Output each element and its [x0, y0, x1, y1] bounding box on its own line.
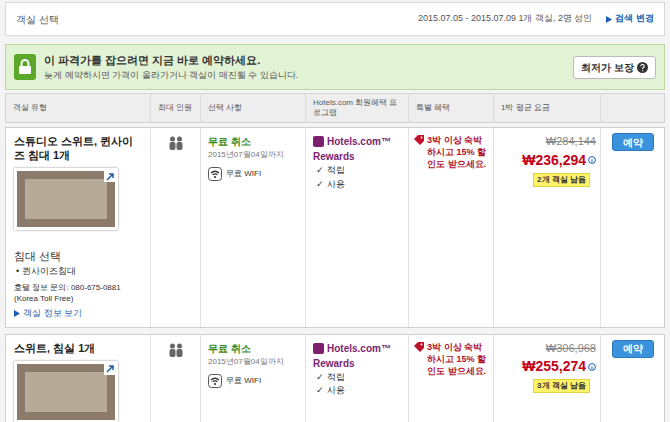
persons-icon: [168, 136, 184, 150]
book-cell: 예약: [601, 128, 664, 327]
max-guests-cell: [151, 335, 201, 422]
page: 객실 선택 2015.07.05 - 2015.07.09 1개 객실, 2명 성…: [0, 0, 670, 422]
price: ₩255,274: [522, 356, 586, 377]
header-title: 객실 선택: [16, 12, 59, 27]
rewards-use: ✓ 사용: [313, 178, 401, 192]
room-type-cell: 스튜디오 스위트, 퀸사이즈 침대 1개침대 선택• 퀸사이즈침대호텔 정보 문…: [6, 128, 151, 327]
options-cell: 무료 취소2015년07월04일까지무료 WIFI: [201, 128, 306, 327]
rewards-earn: ✓ 적립: [313, 164, 401, 178]
rewards-sub: Rewards: [313, 149, 401, 164]
bed-title: 침대 선택: [14, 248, 142, 265]
deal-text: 3박 이상 숙박하시고 15% 할인도 받으세요.: [427, 134, 488, 327]
price-cell: ₩306,968₩255,274 3개 객실 남음: [494, 335, 601, 422]
rewards-brand: Hotels.com™: [327, 341, 391, 356]
cancel-until: 2015년07월04일까지: [208, 149, 298, 161]
room-photo[interactable]: [14, 361, 118, 422]
info-icon[interactable]: [588, 363, 596, 371]
column-header: 특별 혜택: [409, 94, 494, 122]
wifi: 무료 WIFI: [208, 374, 298, 388]
column-header: 1박 평균 요금: [494, 94, 601, 122]
cancel-until: 2015년07월04일까지: [208, 356, 298, 368]
banner-title: 이 파격가를 잡으려면 지금 바로 예약하세요.: [44, 52, 565, 69]
rewards-brand: Hotels.com™: [327, 134, 391, 149]
rewards-logo-icon: [313, 136, 324, 147]
price: ₩236,294: [522, 150, 586, 171]
free-cancel: 무료 취소: [208, 134, 298, 149]
deal-cell: 3박 이상 숙박하시고 15% 할인도 받으세요.: [409, 128, 494, 327]
wifi-icon: [208, 167, 222, 181]
book-button[interactable]: 예약: [612, 340, 654, 358]
max-guests-cell: [151, 128, 201, 327]
column-header: 객실 유형: [6, 94, 151, 122]
rooms-left-badge: 3개 객실 남음: [533, 379, 590, 393]
tag-icon: [414, 135, 424, 145]
info-icon[interactable]: [588, 156, 596, 164]
deal-banner: 이 파격가를 잡으려면 지금 바로 예약하세요.늦게 예약하시면 가격이 올라가…: [5, 44, 665, 90]
arrow-icon: [606, 16, 612, 23]
original-price: ₩284,144: [546, 133, 596, 150]
rewards-use: ✓ 사용: [313, 384, 401, 398]
column-header: 최대 인원: [151, 94, 201, 122]
persons-icon: [168, 343, 184, 357]
hotel-phone: 호텔 정보 문의: 080-675-0881(Korea Toll Free): [14, 282, 142, 304]
original-price: ₩306,968: [546, 340, 596, 357]
rewards-cell: Hotels.com™Rewards✓ 적립✓ 사용: [306, 128, 409, 327]
wifi-icon: [208, 374, 222, 388]
search-dates: 2015.07.05 - 2015.07.09 1개 객실, 2명 성인: [418, 12, 593, 26]
rewards-cell: Hotels.com™Rewards✓ 적립✓ 사용: [306, 335, 409, 422]
bed-option: • 퀸사이즈침대: [14, 265, 142, 279]
book-cell: 예약: [601, 335, 664, 422]
options-cell: 무료 취소2015년07월04일까지무료 WIFI: [201, 335, 306, 422]
deal-cell: 3박 이상 숙박하시고 15% 할인도 받으세요.: [409, 335, 494, 422]
change-search-link[interactable]: 검색 변경: [606, 12, 654, 26]
expand-icon[interactable]: [104, 364, 115, 375]
price-cell: ₩284,144₩236,294 2개 객실 남음: [494, 128, 601, 327]
room-name[interactable]: 스위트, 침실 1개: [14, 341, 142, 355]
room-info-link[interactable]: 객실 정보 보기: [14, 307, 142, 321]
rooms-left-badge: 2개 객실 남음: [533, 173, 590, 187]
header-bar: 객실 선택 2015.07.05 - 2015.07.09 1개 객실, 2명 성…: [5, 2, 665, 36]
tag-icon: [414, 342, 424, 352]
free-cancel: 무료 취소: [208, 341, 298, 356]
expand-icon[interactable]: [104, 171, 115, 182]
question-icon: [637, 62, 648, 73]
banner-subtitle: 늦게 예약하시면 가격이 올라가거나 객실이 매진될 수 있습니다.: [44, 69, 565, 83]
wifi: 무료 WIFI: [208, 167, 298, 181]
rewards-sub: Rewards: [313, 356, 401, 371]
book-button[interactable]: 예약: [612, 133, 654, 151]
table-header: 객실 유형최대 인원선택 사항Hotels.com 회원혜택 프로그램특별 혜택…: [5, 93, 665, 123]
room-photo[interactable]: [14, 168, 118, 230]
room-name[interactable]: 스튜디오 스위트, 퀸사이즈 침대 1개: [14, 134, 142, 162]
deal-text: 3박 이상 숙박하시고 15% 할인도 받으세요.: [427, 341, 488, 422]
lock-icon: [14, 54, 36, 80]
room-type-cell: 스위트, 침실 1개: [6, 335, 151, 422]
column-header: 선택 사항: [201, 94, 306, 122]
rewards-logo-icon: [313, 343, 324, 354]
room-row: 스튜디오 스위트, 퀸사이즈 침대 1개침대 선택• 퀸사이즈침대호텔 정보 문…: [5, 127, 665, 328]
column-header: Hotels.com 회원혜택 프로그램: [306, 94, 409, 122]
price-guarantee-button[interactable]: 최저가 보장: [573, 56, 656, 79]
arrow-icon: [14, 310, 20, 317]
rewards-earn: ✓ 적립: [313, 371, 401, 385]
room-row: 스위트, 침실 1개무료 취소2015년07월04일까지무료 WIFIHotel…: [5, 334, 665, 422]
